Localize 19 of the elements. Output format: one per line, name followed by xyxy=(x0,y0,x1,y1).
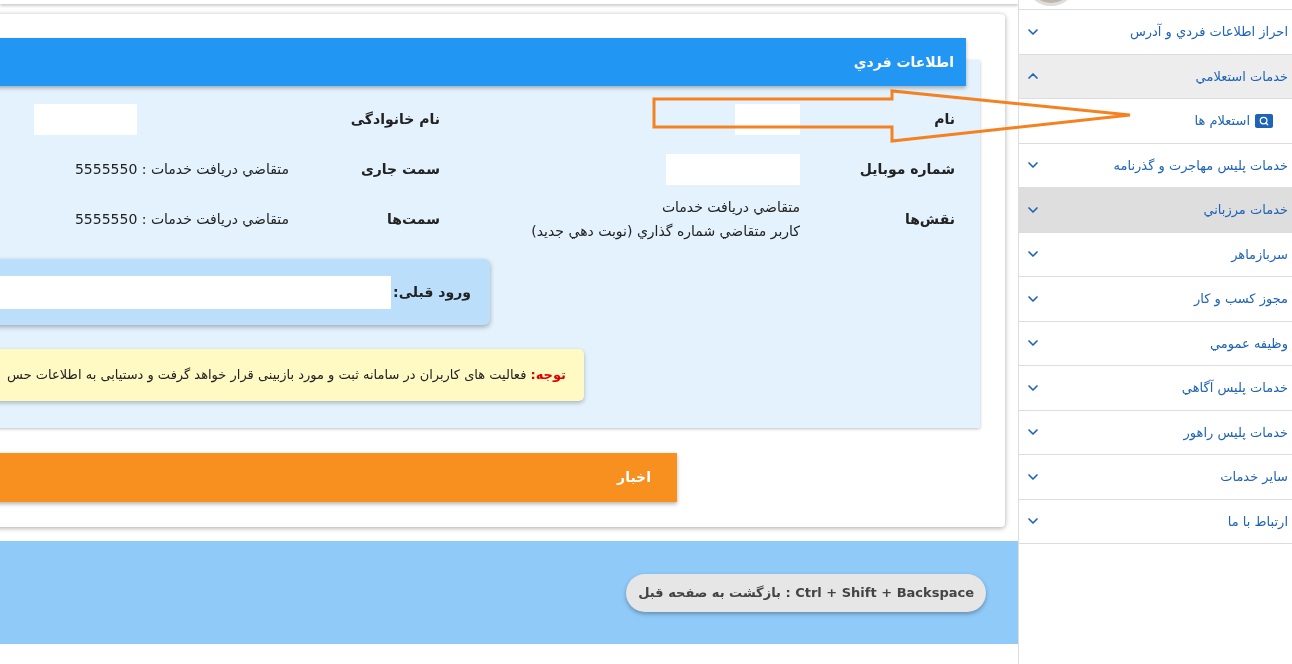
sidebar-item[interactable]: خدمات استعلامي xyxy=(1019,53,1292,98)
field-label: نقش‌ها xyxy=(904,209,955,229)
field-label: نام خانوادگی xyxy=(350,109,440,130)
field-label: سمت‌ها xyxy=(387,209,440,229)
field-value: متقاضي دريافت خدمات : 5555550 xyxy=(74,160,289,179)
news-header: اخبار xyxy=(0,453,677,502)
last-login-label: ورود قبلی: xyxy=(393,282,471,303)
section-header: اطلاعات فردي xyxy=(0,38,966,86)
field-label: شماره موبایل xyxy=(859,159,955,180)
redacted-block xyxy=(735,103,800,135)
field-value: كاربر متقاضي شماره گذاري (نوبت دهي جديد) xyxy=(531,222,800,242)
field-value: متقاضي دريافت خدمات : 5555550 xyxy=(74,210,289,229)
field-label: نام xyxy=(934,109,955,129)
field-value: متقاضي دريافت خدمات xyxy=(660,198,800,217)
field-label: سمت جاری xyxy=(360,159,440,179)
search-icon xyxy=(1255,113,1273,128)
notice-text: توجه: فعالیت های کاربران در سامانه ثبت و مورد بازبینی قرار خواهد گرفت و دستیابی به اطلاعات حس xyxy=(7,366,566,385)
keyboard-shortcut-hint: Ctrl + Shift + Backspace : بازگشت به صفحه قبل xyxy=(626,573,986,612)
sidebar-item[interactable]: خدمات مرزباني xyxy=(1019,187,1292,232)
